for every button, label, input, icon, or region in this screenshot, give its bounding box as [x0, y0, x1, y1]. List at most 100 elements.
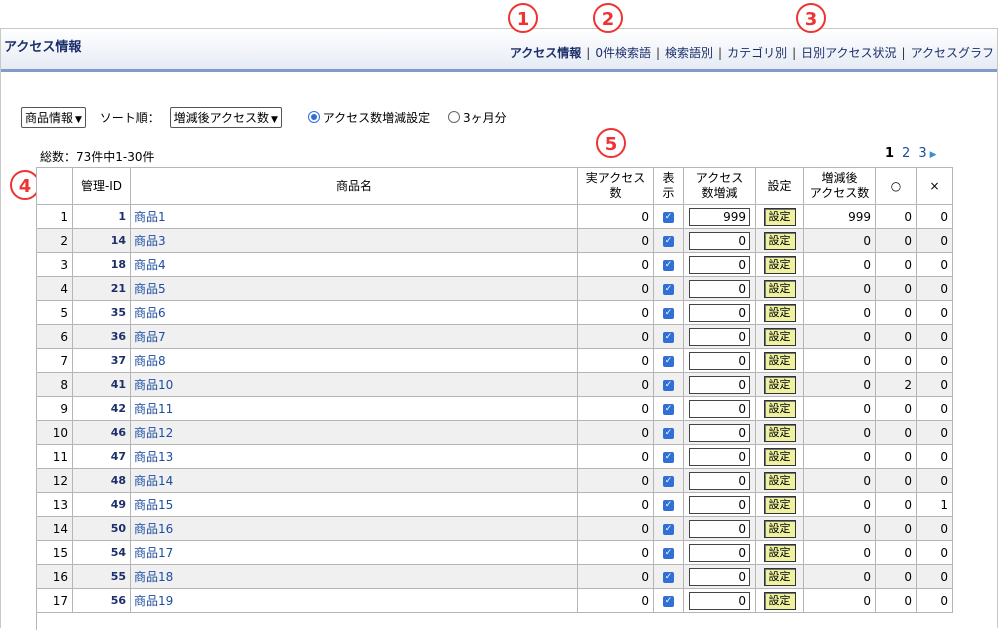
access-delta-input[interactable]: 0 [689, 543, 750, 562]
product-name-link[interactable]: 商品8 [130, 348, 578, 373]
col-header-mgmt-id[interactable]: 管理-ID [72, 167, 131, 205]
display-checkbox[interactable]: ✓ [663, 211, 674, 223]
set-button[interactable]: 設定 [763, 375, 796, 394]
set-button[interactable]: 設定 [763, 279, 796, 298]
col-header-circle[interactable]: ○ [875, 167, 917, 205]
display-checkbox[interactable]: ✓ [663, 595, 674, 607]
col-header-cross[interactable]: × [916, 167, 953, 205]
set-button[interactable]: 設定 [763, 255, 796, 274]
product-name-link[interactable]: 商品18 [130, 564, 578, 589]
display-checkbox[interactable]: ✓ [663, 331, 674, 343]
nav-by-term[interactable]: 検索語別 [665, 46, 713, 60]
set-button[interactable]: 設定 [763, 399, 796, 418]
after-access-count: 999 [803, 204, 876, 229]
access-delta-input[interactable]: 999 [689, 207, 750, 226]
access-delta-input[interactable]: 0 [689, 279, 750, 298]
page-link-3[interactable]: 3 [918, 146, 926, 161]
access-delta-input[interactable]: 0 [689, 591, 750, 610]
product-name-link[interactable]: 商品10 [130, 372, 578, 397]
radio-three-months[interactable]: 3ヶ月分 [448, 111, 507, 125]
access-delta-input[interactable]: 0 [689, 567, 750, 586]
set-button[interactable]: 設定 [763, 519, 796, 538]
product-name-link[interactable]: 商品5 [130, 276, 578, 301]
access-delta-input[interactable]: 0 [689, 303, 750, 322]
set-button[interactable]: 設定 [763, 495, 796, 514]
display-checkbox[interactable]: ✓ [663, 475, 674, 487]
after-access-count: 0 [803, 300, 876, 325]
set-button[interactable]: 設定 [763, 351, 796, 370]
table-row: 5 35 商品6 0 ✓ 0 設定 0 0 0 [36, 300, 953, 325]
nav-access-graph[interactable]: アクセスグラフ [911, 46, 994, 60]
access-delta-input[interactable]: 0 [689, 255, 750, 274]
col-header-name[interactable]: 商品名 [130, 167, 578, 205]
product-name-link[interactable]: 商品3 [130, 228, 578, 253]
display-checkbox[interactable]: ✓ [663, 547, 674, 559]
product-name-link[interactable]: 商品4 [130, 252, 578, 277]
access-delta-input[interactable]: 0 [689, 375, 750, 394]
access-delta-input[interactable]: 0 [689, 399, 750, 418]
access-delta-input[interactable]: 0 [689, 231, 750, 250]
category-select-value: 商品情報 [25, 111, 74, 125]
set-button[interactable]: 設定 [763, 543, 796, 562]
set-button[interactable]: 設定 [763, 567, 796, 586]
product-name-link[interactable]: 商品1 [130, 204, 578, 229]
display-checkbox[interactable]: ✓ [663, 259, 674, 271]
circle-count: 0 [875, 204, 917, 229]
display-cell: ✓ [653, 444, 684, 469]
set-button[interactable]: 設定 [763, 447, 796, 466]
display-checkbox[interactable]: ✓ [663, 523, 674, 535]
display-checkbox[interactable]: ✓ [663, 403, 674, 415]
display-checkbox[interactable]: ✓ [663, 283, 674, 295]
col-header-display[interactable]: 表示 [653, 167, 684, 205]
access-delta-input[interactable]: 0 [689, 423, 750, 442]
access-delta-input[interactable]: 0 [689, 327, 750, 346]
access-delta-input[interactable]: 0 [689, 447, 750, 466]
product-name-link[interactable]: 商品13 [130, 444, 578, 469]
access-delta-input[interactable]: 0 [689, 351, 750, 370]
product-name-link[interactable]: 商品14 [130, 468, 578, 493]
product-name-link[interactable]: 商品12 [130, 420, 578, 445]
product-name-link[interactable]: 商品16 [130, 516, 578, 541]
product-name-link[interactable]: 商品7 [130, 324, 578, 349]
col-header-access-delta[interactable]: アクセス 数増減 [683, 167, 756, 205]
display-checkbox[interactable]: ✓ [663, 379, 674, 391]
nav-access-info[interactable]: アクセス情報 [510, 46, 581, 60]
access-delta-input[interactable]: 0 [689, 471, 750, 490]
product-name-link[interactable]: 商品6 [130, 300, 578, 325]
display-checkbox[interactable]: ✓ [663, 235, 674, 247]
page-link-2[interactable]: 2 [902, 146, 910, 161]
display-checkbox[interactable]: ✓ [663, 571, 674, 583]
access-delta-input[interactable]: 0 [689, 519, 750, 538]
set-button[interactable]: 設定 [763, 423, 796, 442]
nav-zero-result-terms[interactable]: 0件検索語 [595, 46, 651, 60]
real-access-count: 0 [577, 492, 654, 517]
display-checkbox[interactable]: ✓ [663, 499, 674, 511]
product-name-link[interactable]: 商品15 [130, 492, 578, 517]
set-button[interactable]: 設定 [763, 303, 796, 322]
sort-select[interactable]: 増減後アクセス数 ▼ [169, 107, 282, 128]
display-checkbox[interactable]: ✓ [663, 427, 674, 439]
display-checkbox[interactable]: ✓ [663, 307, 674, 319]
product-name-link[interactable]: 商品17 [130, 540, 578, 565]
access-delta-input[interactable]: 0 [689, 495, 750, 514]
set-button[interactable]: 設定 [763, 207, 796, 226]
category-select[interactable]: 商品情報 ▼ [21, 107, 86, 128]
radio-three-months-label: 3ヶ月分 [463, 111, 507, 125]
nav-by-category[interactable]: カテゴリ別 [727, 46, 787, 60]
set-button[interactable]: 設定 [763, 471, 796, 490]
display-cell: ✓ [653, 564, 684, 589]
nav-daily-access[interactable]: 日別アクセス状況 [801, 46, 896, 60]
cross-count: 0 [916, 516, 953, 541]
next-page-icon[interactable]: ▶ [930, 150, 937, 160]
set-button[interactable]: 設定 [763, 231, 796, 250]
product-name-link[interactable]: 商品19 [130, 588, 578, 613]
display-checkbox[interactable]: ✓ [663, 355, 674, 367]
set-button[interactable]: 設定 [763, 327, 796, 346]
col-header-after-access[interactable]: 増減後 アクセス数 [803, 167, 876, 205]
product-name-link[interactable]: 商品11 [130, 396, 578, 421]
col-header-real-access[interactable]: 実アクセス数 [577, 167, 654, 205]
after-access-count: 0 [803, 564, 876, 589]
display-checkbox[interactable]: ✓ [663, 451, 674, 463]
set-button[interactable]: 設定 [763, 591, 796, 610]
radio-access-delta[interactable]: アクセス数増減設定 [307, 111, 430, 125]
